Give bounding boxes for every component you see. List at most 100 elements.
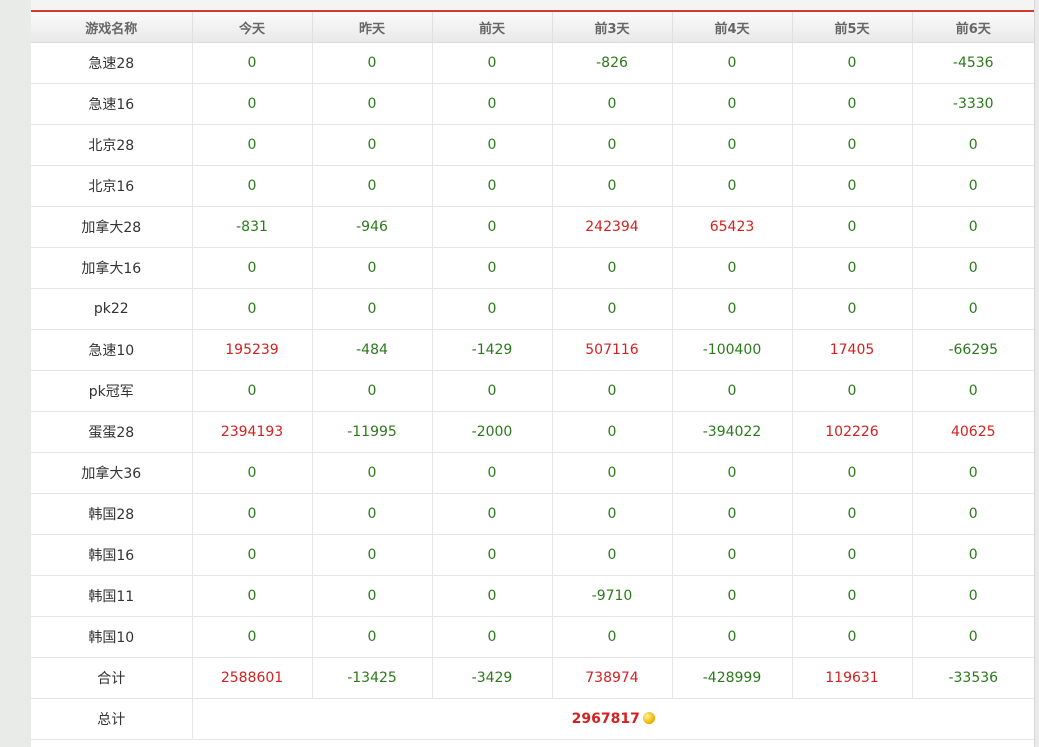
- value-cell: 0: [552, 493, 673, 535]
- value-cell: 0: [552, 83, 673, 125]
- game-name-cell: 蛋蛋28: [31, 411, 193, 453]
- column-header: 前3天: [552, 12, 673, 43]
- value-cell: 0: [912, 534, 1034, 576]
- game-name-cell: 韩国10: [31, 616, 193, 658]
- value-cell: 0: [672, 42, 793, 84]
- subtotal-value-cell: -33536: [912, 657, 1034, 699]
- value-cell: 0: [552, 165, 673, 207]
- value-cell: 0: [912, 288, 1034, 330]
- column-header: 前天: [432, 12, 553, 43]
- value-cell: 0: [912, 575, 1034, 617]
- coin-icon: [642, 712, 655, 724]
- value-cell: 0: [432, 288, 553, 330]
- table-row: 韩国16 0 0 0 0 0 0 0: [31, 534, 1034, 576]
- value-cell: -831: [192, 206, 313, 248]
- table-row: 急速28 0 0 0 -826 0 0 -4536: [31, 42, 1034, 84]
- game-name-cell: 韩国28: [31, 493, 193, 535]
- value-cell: 17405: [792, 329, 913, 371]
- table-row: 韩国10 0 0 0 0 0 0 0: [31, 616, 1034, 658]
- value-cell: 0: [432, 452, 553, 494]
- value-cell: 0: [552, 124, 673, 166]
- column-header: 昨天: [312, 12, 433, 43]
- value-cell: 0: [432, 83, 553, 125]
- value-cell: 0: [672, 165, 793, 207]
- subtotal-value-cell: -428999: [672, 657, 793, 699]
- value-cell: 0: [312, 493, 433, 535]
- game-name-cell: pk冠军: [31, 370, 193, 412]
- value-cell: 0: [432, 575, 553, 617]
- subtotal-value-cell: -13425: [312, 657, 433, 699]
- table-row: 急速16 0 0 0 0 0 0 -3330: [31, 83, 1034, 125]
- value-cell: 2394193: [192, 411, 313, 453]
- value-cell: 0: [672, 534, 793, 576]
- top-accent-line: [31, 0, 1034, 12]
- game-name-cell: 韩国11: [31, 575, 193, 617]
- table-row: 急速10 195239 -484 -1429 507116 -100400 17405 -66…: [31, 329, 1034, 371]
- value-cell: 0: [912, 165, 1034, 207]
- value-cell: 195239: [192, 329, 313, 371]
- value-cell: 0: [432, 534, 553, 576]
- table-row: 加拿大28 -831 -946 0 242394 65423 0 0: [31, 206, 1034, 248]
- value-cell: 0: [312, 370, 433, 412]
- value-cell: 0: [672, 288, 793, 330]
- stats-panel: 游戏名称 今天 昨天 前天 前3天 前4天 前5天 前6天 急速28 0 0 0 -826 0 0 -453…: [31, 0, 1035, 747]
- value-cell: 0: [432, 165, 553, 207]
- value-cell: 0: [552, 616, 673, 658]
- value-cell: 0: [432, 247, 553, 289]
- value-cell: 40625: [912, 411, 1034, 453]
- subtotal-value-cell: 119631: [792, 657, 913, 699]
- value-cell: 0: [552, 370, 673, 412]
- value-cell: 0: [792, 452, 913, 494]
- value-cell: 0: [792, 42, 913, 84]
- value-cell: -3330: [912, 83, 1034, 125]
- value-cell: 0: [432, 370, 553, 412]
- game-name-cell: 韩国16: [31, 534, 193, 576]
- value-cell: 0: [672, 83, 793, 125]
- value-cell: 0: [312, 288, 433, 330]
- value-cell: 0: [792, 206, 913, 248]
- value-cell: 0: [792, 534, 913, 576]
- value-cell: -11995: [312, 411, 433, 453]
- value-cell: 0: [912, 493, 1034, 535]
- column-header: 前5天: [792, 12, 913, 43]
- value-cell: 0: [792, 83, 913, 125]
- value-cell: -826: [552, 42, 673, 84]
- value-cell: 0: [312, 42, 433, 84]
- table-row: 韩国11 0 0 0 -9710 0 0 0: [31, 575, 1034, 617]
- table-row: pk22 0 0 0 0 0 0 0: [31, 288, 1034, 330]
- value-cell: 0: [672, 452, 793, 494]
- value-cell: 0: [792, 247, 913, 289]
- value-cell: 0: [552, 247, 673, 289]
- subtotal-label: 合计: [31, 657, 193, 699]
- value-cell: 0: [432, 206, 553, 248]
- value-cell: 0: [192, 83, 313, 125]
- value-cell: -2000: [432, 411, 553, 453]
- value-cell: 0: [312, 575, 433, 617]
- column-header: 前6天: [912, 12, 1034, 43]
- value-cell: -946: [312, 206, 433, 248]
- value-cell: 0: [912, 206, 1034, 248]
- value-cell: 0: [192, 165, 313, 207]
- game-name-cell: pk22: [31, 288, 193, 330]
- value-cell: 0: [312, 124, 433, 166]
- value-cell: 0: [672, 370, 793, 412]
- value-cell: 0: [192, 124, 313, 166]
- table-row: 北京16 0 0 0 0 0 0 0: [31, 165, 1034, 207]
- value-cell: 0: [552, 452, 673, 494]
- total-row: 总计 2967817: [31, 698, 1034, 740]
- game-name-cell: 急速16: [31, 83, 193, 125]
- game-name-cell: 急速28: [31, 42, 193, 84]
- value-cell: 0: [552, 534, 673, 576]
- game-name-cell: 北京28: [31, 124, 193, 166]
- subtotal-value-cell: 2588601: [192, 657, 313, 699]
- value-cell: 102226: [792, 411, 913, 453]
- table-row: 蛋蛋28 2394193 -11995 -2000 0 -394022 102226 4062…: [31, 411, 1034, 453]
- table-row: 北京28 0 0 0 0 0 0 0: [31, 124, 1034, 166]
- value-cell: 0: [192, 370, 313, 412]
- value-cell: 0: [792, 124, 913, 166]
- value-cell: 0: [912, 370, 1034, 412]
- value-cell: 0: [192, 575, 313, 617]
- value-cell: 0: [792, 165, 913, 207]
- value-cell: 0: [912, 452, 1034, 494]
- value-cell: 0: [672, 575, 793, 617]
